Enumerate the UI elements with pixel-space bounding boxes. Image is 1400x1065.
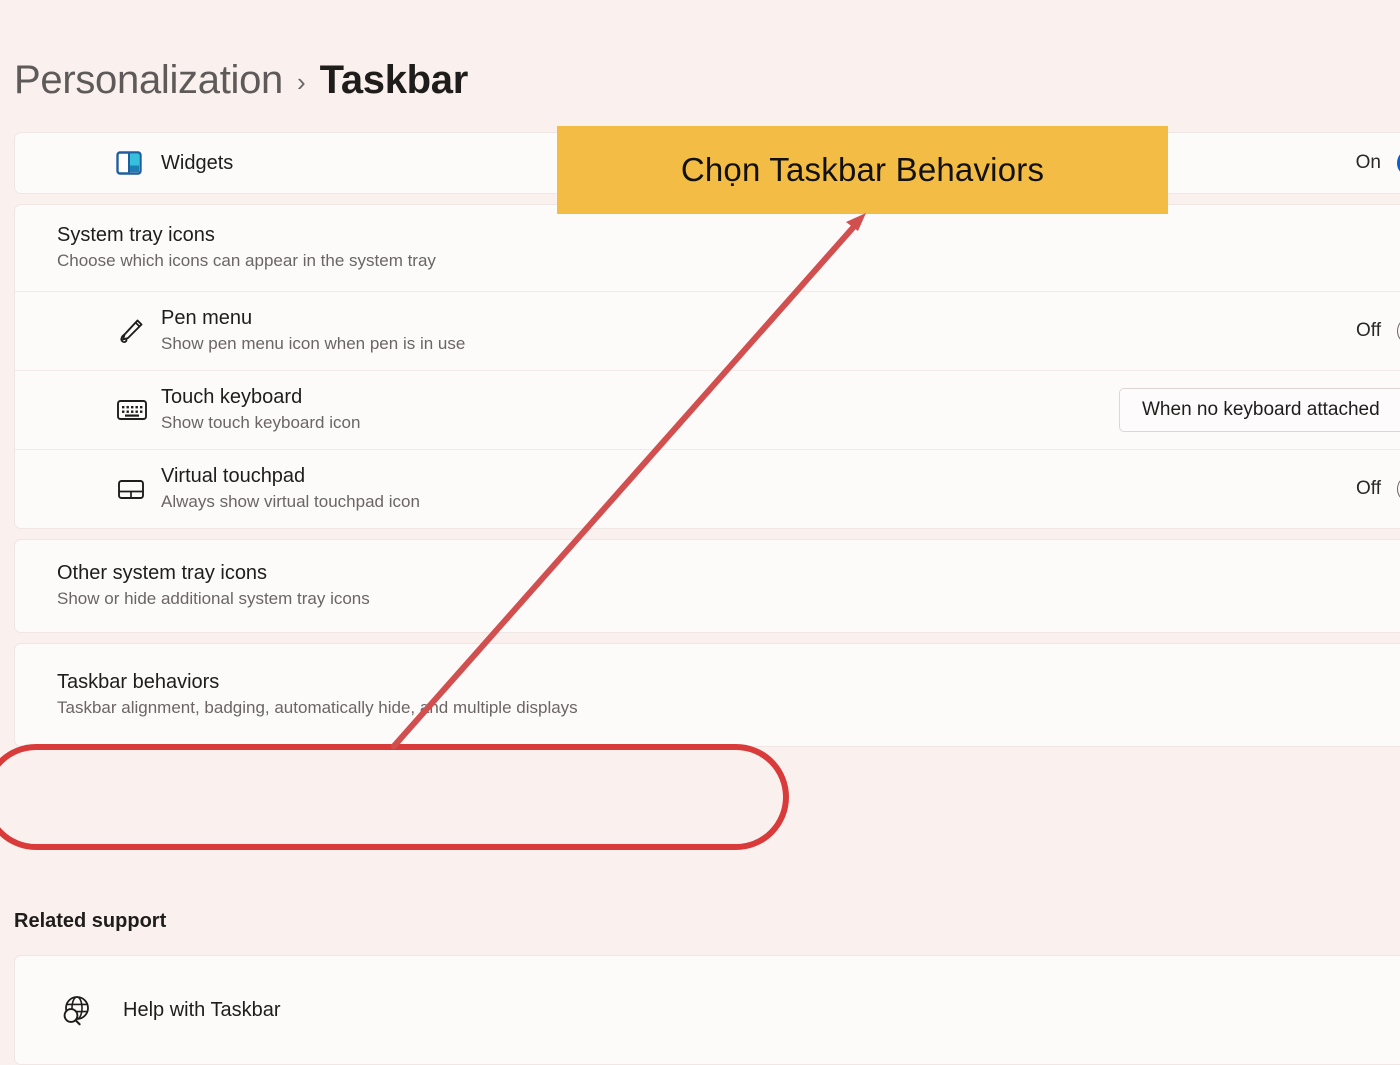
virtual-touchpad-title: Virtual touchpad bbox=[161, 464, 306, 487]
card-system-tray-icons: System tray icons Choose which icons can… bbox=[14, 204, 1400, 529]
related-support-heading: Related support bbox=[14, 910, 167, 932]
pen-menu-state-label: Off bbox=[1356, 319, 1381, 341]
pen-menu-text: Pen menu Show pen menu icon when pen is … bbox=[161, 306, 1356, 356]
touch-keyboard-control: When no keyboard attached bbox=[1119, 387, 1400, 432]
other-tray-title: Other system tray icons bbox=[57, 561, 268, 584]
settings-list: Widgets On System tray icons Choose whic… bbox=[14, 132, 1400, 757]
widgets-state-label: On bbox=[1355, 152, 1381, 173]
card-other-system-tray-icons: Other system tray icons Show or hide add… bbox=[14, 538, 1400, 633]
virtual-touchpad-control: Off bbox=[1356, 474, 1400, 503]
widgets-control: On bbox=[1356, 149, 1400, 177]
page-title: Taskbar bbox=[319, 58, 469, 102]
section-system-tray-icons: System tray icons Choose which icons can… bbox=[15, 205, 1400, 291]
help-globe-icon bbox=[57, 991, 123, 1029]
virtual-touchpad-text: Virtual touchpad Always show virtual tou… bbox=[161, 464, 1356, 514]
breadcrumb-parent-personalization[interactable]: Personalization bbox=[14, 58, 283, 103]
pen-menu-description: Show pen menu icon when pen is in use bbox=[161, 333, 466, 353]
taskbar-behaviors-title: Taskbar behaviors bbox=[57, 670, 220, 693]
setting-row-touch-keyboard[interactable]: Touch keyboard Show touch keyboard icon … bbox=[15, 369, 1400, 449]
system-tray-heading: System tray icons bbox=[57, 224, 215, 246]
chevron-right-icon: › bbox=[297, 67, 306, 97]
touch-keyboard-dropdown[interactable]: When no keyboard attached bbox=[1119, 387, 1400, 432]
taskbar-behaviors-description: Taskbar alignment, badging, automaticall… bbox=[57, 697, 578, 717]
system-tray-description: Choose which icons can appear in the sys… bbox=[57, 251, 436, 270]
annotation-callout-text: Chọn Taskbar Behaviors bbox=[680, 151, 1045, 188]
touch-keyboard-dropdown-value: When no keyboard attached bbox=[1142, 398, 1380, 420]
system-tray-text: System tray icons Choose which icons can… bbox=[57, 223, 1389, 273]
virtual-touchpad-icon bbox=[115, 475, 161, 503]
help-with-taskbar-label: Help with Taskbar bbox=[123, 998, 281, 1021]
related-support-item-help-with-taskbar[interactable]: Help with Taskbar bbox=[14, 955, 1400, 1065]
touch-keyboard-text: Touch keyboard Show touch keyboard icon bbox=[161, 385, 1119, 435]
touch-keyboard-description: Show touch keyboard icon bbox=[161, 412, 361, 432]
pen-icon bbox=[115, 315, 161, 347]
setting-row-other-system-tray-icons[interactable]: Other system tray icons Show or hide add… bbox=[15, 540, 1400, 632]
pen-menu-control: Off bbox=[1356, 316, 1400, 345]
setting-row-pen-menu[interactable]: Pen menu Show pen menu icon when pen is … bbox=[15, 290, 1400, 370]
annotation-highlight-ellipse bbox=[0, 744, 789, 850]
other-tray-text: Other system tray icons Show or hide add… bbox=[57, 561, 1389, 611]
card-taskbar-behaviors: Taskbar behaviors Taskbar alignment, bad… bbox=[14, 642, 1400, 747]
annotation-callout-box: Chọn Taskbar Behaviors bbox=[557, 126, 1168, 214]
taskbar-behaviors-text: Taskbar behaviors Taskbar alignment, bad… bbox=[57, 670, 1389, 720]
widgets-icon bbox=[115, 149, 161, 177]
pen-menu-title: Pen menu bbox=[161, 306, 253, 329]
breadcrumb: Personalization › Taskbar bbox=[14, 58, 468, 103]
touch-keyboard-title: Touch keyboard bbox=[161, 385, 303, 408]
virtual-touchpad-description: Always show virtual touchpad icon bbox=[161, 491, 420, 511]
touch-keyboard-icon bbox=[115, 395, 161, 425]
virtual-touchpad-state-label: Off bbox=[1356, 477, 1381, 499]
setting-row-virtual-touchpad[interactable]: Virtual touchpad Always show virtual tou… bbox=[15, 448, 1400, 528]
other-tray-description: Show or hide additional system tray icon… bbox=[57, 588, 370, 608]
setting-row-taskbar-behaviors[interactable]: Taskbar behaviors Taskbar alignment, bad… bbox=[15, 644, 1400, 746]
